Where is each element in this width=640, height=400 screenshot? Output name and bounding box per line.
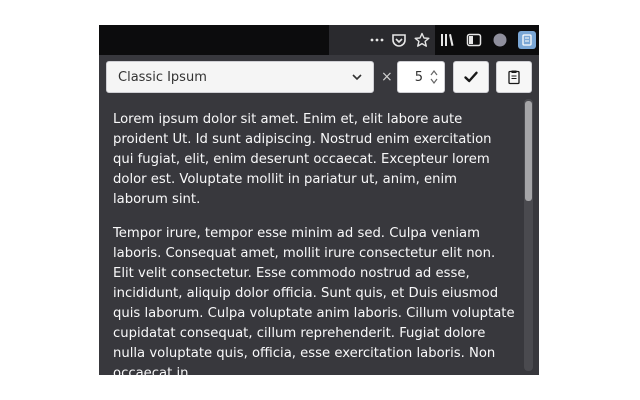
lorem-output[interactable]: Lorem ipsum dolor sit amet. Enim et, eli…: [99, 95, 539, 375]
browser-toolbar: [99, 25, 539, 55]
paragraph-count-input[interactable]: 5: [397, 61, 445, 93]
paragraph: Tempor irure, tempor esse minim ad sed. …: [113, 226, 515, 375]
scrollbar-thumb[interactable]: [525, 101, 532, 201]
sidebar-icon[interactable]: [466, 32, 482, 48]
preset-select[interactable]: Classic Ipsum: [106, 61, 374, 93]
chevron-down-icon: [352, 74, 362, 81]
pocket-icon[interactable]: [391, 32, 407, 48]
scrollbar[interactable]: [524, 99, 533, 371]
extension-circle-icon[interactable]: [492, 32, 508, 48]
multiply-symbol: ×: [381, 69, 393, 85]
browser-window: Classic Ipsum × 5 Lorem ipsum dolor sit …: [99, 25, 539, 375]
bookmark-star-icon[interactable]: [414, 32, 430, 48]
extension-active-icon[interactable]: [518, 31, 536, 49]
paragraph-count-value: 5: [414, 70, 423, 85]
stepper-arrows-icon[interactable]: [429, 67, 439, 87]
more-horizontal-icon[interactable]: [369, 32, 385, 48]
lorem-text: Lorem ipsum dolor sit amet. Enim et, eli…: [113, 110, 515, 375]
generate-button[interactable]: [453, 61, 489, 93]
copy-button[interactable]: [496, 61, 532, 93]
clipboard-icon: [508, 70, 520, 85]
paragraph: Lorem ipsum dolor sit amet. Enim et, eli…: [113, 112, 492, 207]
check-icon: [464, 71, 478, 83]
library-icon[interactable]: [439, 32, 455, 48]
preset-select-value: Classic Ipsum: [118, 69, 207, 85]
